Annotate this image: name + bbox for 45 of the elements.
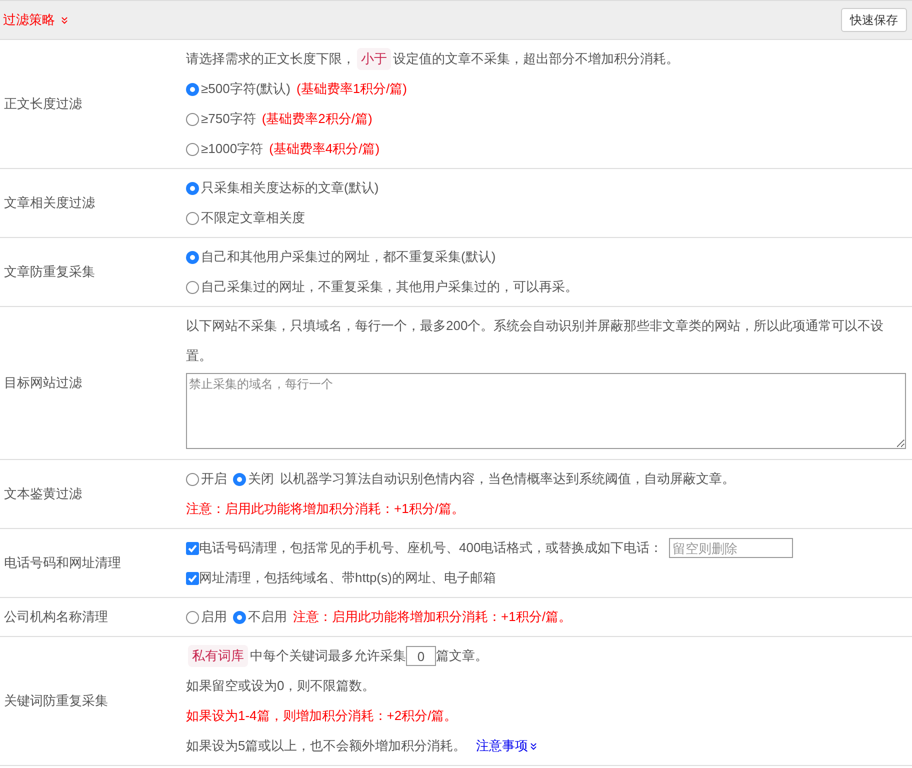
warning-text: 注意：启用此功能将增加积分消耗：+1积分/篇。 — [293, 608, 572, 626]
radio-option[interactable]: 启用 — [186, 602, 227, 632]
radio-option[interactable]: 不启用 — [233, 602, 287, 632]
description-text: 如果设为5篇或以上，也不会额外增加积分消耗。 — [186, 737, 466, 755]
description-text: 如果留空或设为0，则不限篇数。 — [186, 677, 376, 695]
setting-label: 公司机构名称清理 — [4, 608, 108, 626]
setting-label: 正文长度过滤 — [4, 95, 82, 114]
radio-option[interactable]: 开启 — [186, 464, 227, 494]
radio-option[interactable]: 不限定文章相关度 — [186, 203, 305, 233]
description-text: 设定值的文章不采集，超出部分不增加积分消耗。 — [393, 50, 679, 68]
warning-text: (基础费率2积分/篇) — [262, 110, 372, 128]
warning-text: (基础费率1积分/篇) — [296, 80, 407, 98]
chevron-down-icon — [59, 14, 70, 26]
radio-option[interactable]: 关闭 — [233, 464, 274, 494]
description-text: 以下网站不采集，只填域名，每行一个，最多200个。系统会自动识别并屏蔽那些非文章类的网站，所以此项通常可以不设置。 — [186, 317, 885, 365]
radio-option[interactable]: 只采集相关度达标的文章(默认) — [186, 173, 379, 203]
warning-text: 注意：启用此功能将增加积分消耗：+1积分/篇。 — [186, 500, 464, 518]
warning-text: 如果设为1-4篇，则增加积分消耗：+2积分/篇。 — [186, 707, 458, 725]
keyword-tag: 小于 — [357, 48, 391, 70]
checkbox-option[interactable]: 电话号码清理，包括常见的手机号、座机号、400电话格式，或替换成如下电话： — [186, 533, 663, 563]
count-input-field[interactable]: 0 — [406, 646, 436, 666]
section-title: 过滤策略 — [3, 11, 55, 30]
setting-label: 目标网站过滤 — [4, 374, 82, 392]
description-text: 请选择需求的正文长度下限， — [186, 50, 355, 68]
radio-option[interactable]: 自己采集过的网址，不重复采集，其他用户采集过的，可以再采。 — [186, 272, 578, 302]
quick-save-button[interactable]: 快速保存 — [841, 8, 907, 32]
chevron-down-icon — [528, 740, 540, 752]
setting-label: 电话号码和网址清理 — [4, 554, 121, 572]
setting-label: 文章防重复采集 — [4, 263, 95, 282]
radio-option[interactable]: ≥500字符(默认) — [186, 74, 290, 104]
checkbox-option[interactable]: 网址清理，包括纯域名、带http(s)的网址、电子邮箱 — [186, 563, 496, 593]
notes-link[interactable]: 注意事项 — [476, 731, 540, 761]
radio-option[interactable]: ≥1000字符 — [186, 134, 264, 164]
radio-option[interactable]: ≥750字符 — [186, 104, 256, 134]
description-text: 篇文章。 — [436, 647, 488, 665]
setting-label: 文本鉴黄过滤 — [4, 485, 82, 504]
description-text: 中每个关键词最多允许采集 — [250, 647, 406, 665]
description-text: 以机器学习算法自动识别色情内容，当色情概率达到系统阈值，自动屏蔽文章。 — [280, 470, 735, 488]
keyword-tag: 私有词库 — [188, 645, 248, 667]
setting-label: 关键词防重复采集 — [4, 692, 108, 710]
setting-label: 文章相关度过滤 — [4, 194, 95, 212]
radio-option[interactable]: 自己和其他用户采集过的网址，都不重复采集(默认) — [186, 242, 496, 272]
domain-textarea[interactable]: 禁止采集的域名，每行一个 — [186, 373, 906, 449]
phone-input-field[interactable]: 留空则删除 — [668, 538, 793, 558]
warning-text: (基础费率4积分/篇) — [269, 140, 380, 158]
